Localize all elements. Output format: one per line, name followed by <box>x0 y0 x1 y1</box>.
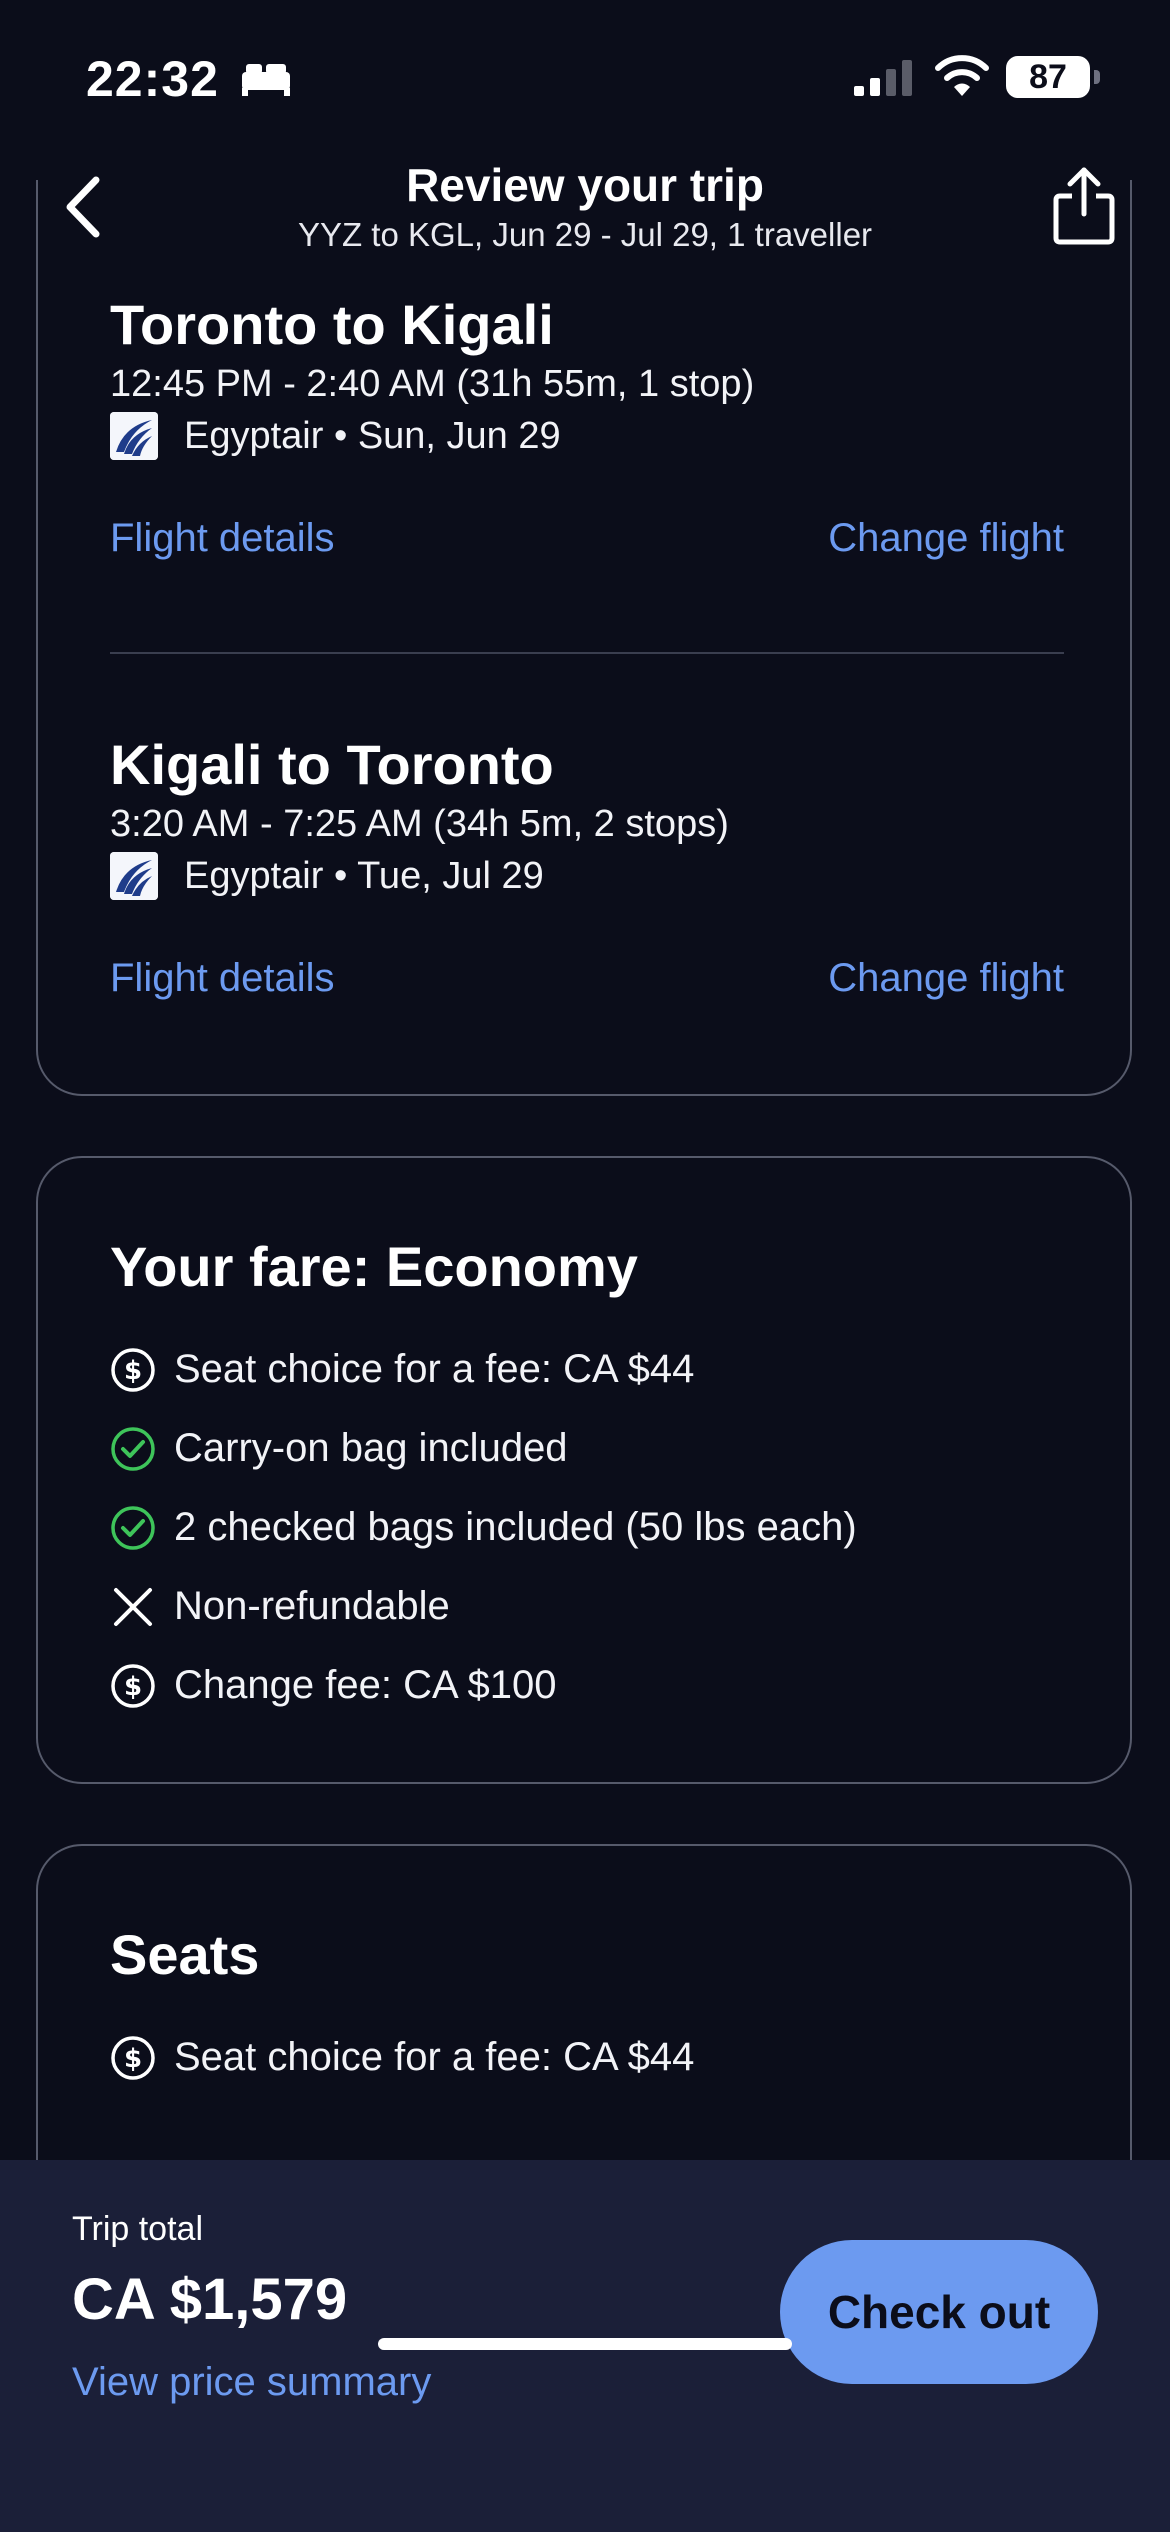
leg-links: Flight details Change flight <box>110 516 1064 561</box>
leg-airline-date: Egyptair • Tue, Jul 29 <box>184 854 544 897</box>
fare-feature: Non-refundable <box>110 1567 857 1646</box>
fare-feature-text: Change fee: CA $100 <box>174 1663 557 1707</box>
fare-feature: $ Change fee: CA $100 <box>110 1646 857 1725</box>
check-icon <box>111 1505 155 1550</box>
leg-links: Flight details Change flight <box>110 956 1064 1001</box>
checkout-button[interactable]: Check out <box>780 2240 1098 2384</box>
seats-feature-list: $ Seat choice for a fee: CA $44 <box>110 2018 694 2097</box>
flights-card: Toronto to Kigali 12:45 PM - 2:40 AM (31… <box>36 180 1132 1096</box>
battery-indicator: 87 <box>1006 56 1090 98</box>
status-bar: 22:32 87 <box>0 0 1170 150</box>
leg-times: 3:20 AM - 7:25 AM (34h 5m, 2 stops) <box>110 803 729 845</box>
fare-feature-list: $ Seat choice for a fee: CA $44 Carry-on… <box>110 1330 857 1725</box>
cellular-signal-icon <box>854 60 912 96</box>
battery-tip <box>1094 70 1100 84</box>
svg-text:$: $ <box>124 2044 142 2074</box>
fare-card: Your fare: Economy $ Seat choice for a f… <box>36 1156 1132 1784</box>
dollar-icon: $ <box>111 2035 155 2080</box>
x-icon <box>114 1587 152 1626</box>
leg-times: 12:45 PM - 2:40 AM (31h 55m, 1 stop) <box>110 363 755 405</box>
fare-feature-text: 2 checked bags included (50 lbs each) <box>174 1505 857 1549</box>
svg-text:$: $ <box>124 1356 142 1386</box>
fare-feature: 2 checked bags included (50 lbs each) <box>110 1488 857 1567</box>
flight-details-link[interactable]: Flight details <box>110 516 335 561</box>
fare-feature-text: Seat choice for a fee: CA $44 <box>174 1347 695 1391</box>
dollar-icon: $ <box>111 1347 155 1392</box>
wifi-icon <box>935 55 989 96</box>
seats-feature-text: Seat choice for a fee: CA $44 <box>174 2035 695 2079</box>
dollar-icon: $ <box>111 1663 155 1708</box>
fare-feature-text: Carry-on bag included <box>174 1426 568 1470</box>
flight-details-link[interactable]: Flight details <box>110 956 335 1001</box>
egyptair-logo-icon <box>110 412 158 460</box>
leg-divider <box>110 652 1064 654</box>
status-time: 22:32 <box>86 51 219 107</box>
home-indicator <box>378 2338 792 2350</box>
egyptair-logo-icon <box>110 852 158 900</box>
trip-total-price: CA $1,579 <box>72 2267 348 2332</box>
fare-feature: $ Seat choice for a fee: CA $44 <box>110 1330 857 1409</box>
change-flight-link[interactable]: Change flight <box>828 956 1064 1001</box>
change-flight-link[interactable]: Change flight <box>828 516 1064 561</box>
flight-leg-return: Kigali to Toronto 3:20 AM - 7:25 AM (34h… <box>110 732 1064 1001</box>
leg-title: Kigali to Toronto <box>110 733 554 796</box>
leg-airline-row: Egyptair • Sun, Jun 29 <box>110 412 1064 460</box>
trip-total-label: Trip total <box>72 2210 204 2248</box>
sleep-mode-icon <box>242 64 290 96</box>
fare-title: Your fare: Economy <box>110 1235 638 1298</box>
fare-feature: Carry-on bag included <box>110 1409 857 1488</box>
svg-text:$: $ <box>124 1672 142 1702</box>
fare-feature-text: Non-refundable <box>174 1584 450 1628</box>
flight-leg-outbound: Toronto to Kigali 12:45 PM - 2:40 AM (31… <box>110 292 1064 561</box>
seats-title: Seats <box>110 1923 260 1986</box>
leg-airline-row: Egyptair • Tue, Jul 29 <box>110 852 1064 900</box>
check-icon <box>111 1426 155 1471</box>
leg-title: Toronto to Kigali <box>110 293 554 356</box>
leg-airline-date: Egyptair • Sun, Jun 29 <box>184 414 561 457</box>
view-price-summary-link[interactable]: View price summary <box>72 2360 431 2405</box>
seats-feature: $ Seat choice for a fee: CA $44 <box>110 2018 694 2097</box>
